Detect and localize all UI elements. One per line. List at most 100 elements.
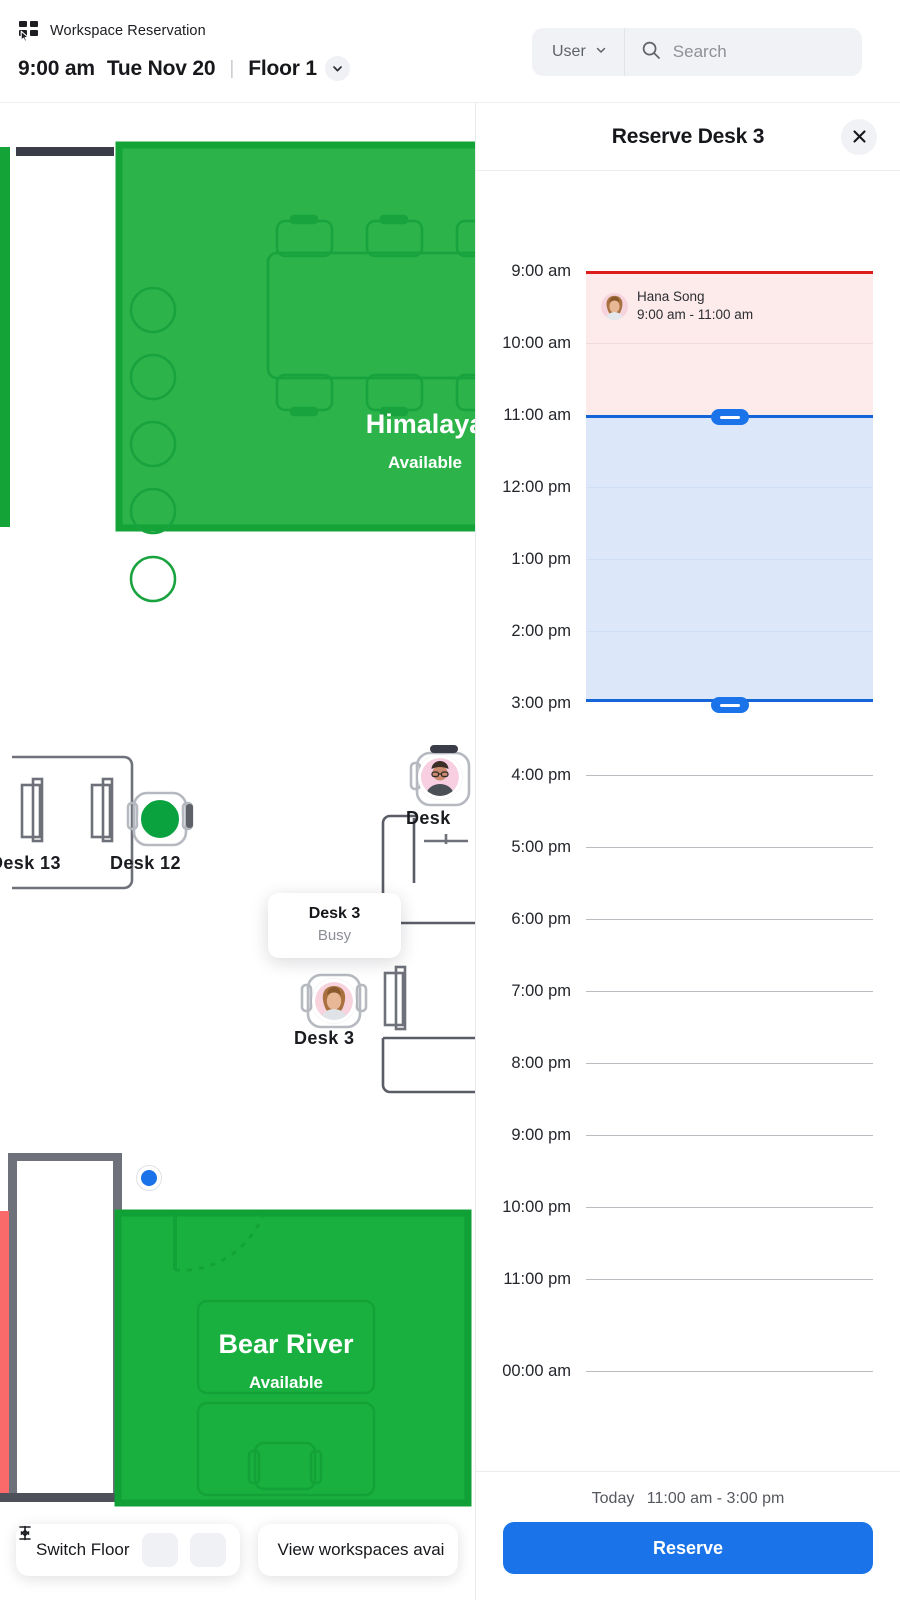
user-scope-label: User [552, 43, 586, 60]
location-dot-icon[interactable] [136, 1165, 162, 1191]
search-icon [641, 40, 661, 65]
tooltip-title: Desk 3 [308, 905, 361, 922]
time-slot-label: 8:00 pm [511, 1054, 571, 1072]
room-status-himalaya: Available [388, 453, 462, 472]
switch-floor-label: Switch Floor [36, 1540, 130, 1559]
time-slot[interactable]: 00:00 am [476, 1362, 900, 1443]
time-slot[interactable]: 9:00 am [476, 262, 900, 343]
schedule-inner: Hana Song 9:00 am - 11:00 am 9:00 am 10:… [476, 171, 900, 1461]
time-slot[interactable]: 10:00 pm [476, 1198, 900, 1279]
time-slot-label: 10:00 am [502, 334, 571, 352]
reserve-panel: Reserve Desk 3 Hana Song 9:00 am - 11:00… [475, 103, 900, 1600]
context-row: 9:00 am Tue Nov 20 | Floor 1 [18, 56, 350, 81]
time-slot[interactable]: 3:00 pm [476, 694, 900, 775]
summary-day: Today [591, 1490, 635, 1507]
panel-title: Reserve Desk 3 [611, 124, 765, 148]
time-slot-label: 6:00 pm [511, 910, 571, 928]
context-separator: | [229, 57, 235, 79]
user-scope-dropdown[interactable]: User [532, 28, 624, 76]
time-slot-line [586, 1135, 873, 1136]
time-slot[interactable]: 12:00 pm [476, 478, 900, 559]
panel-header: Reserve Desk 3 [476, 103, 900, 171]
time-slot[interactable]: 6:00 pm [476, 910, 900, 991]
time-slot[interactable]: 8:00 pm [476, 1054, 900, 1135]
grid-cursor-icon [18, 20, 40, 42]
time-slot-label: 1:00 pm [511, 550, 571, 568]
chevron-down-icon [594, 43, 608, 62]
time-slot[interactable]: 11:00 am [476, 406, 900, 487]
time-slot-line [586, 847, 873, 848]
chevron-down-icon[interactable] [324, 56, 350, 81]
time-slot-label: 11:00 am [503, 406, 571, 424]
brand: Workspace Reservation [18, 20, 206, 42]
time-slot-line [586, 775, 873, 776]
time-slot-line [586, 631, 873, 632]
avatar[interactable] [418, 755, 462, 799]
floor-plan-svg: Himalaya Available Bear River Available [0, 141, 475, 1507]
time-slot-line [586, 919, 873, 920]
reservation-summary: Today 11:00 am - 3:00 pm [503, 1490, 873, 1508]
green-dot-icon[interactable] [138, 797, 182, 841]
search-input[interactable]: Search [625, 40, 862, 65]
view-workspaces-button[interactable]: View workspaces avai [257, 1524, 459, 1576]
current-date: Tue Nov 20 [106, 56, 216, 80]
arrow-down-to-line-icon[interactable] [19, 1525, 178, 1567]
time-slot[interactable]: 7:00 pm [476, 982, 900, 1063]
switch-floor-control: Switch Floor [16, 1524, 240, 1576]
time-slot-label: 10:00 pm [502, 1198, 571, 1216]
time-slot-label: 12:00 pm [502, 478, 571, 496]
tooltip-status: Busy [317, 927, 352, 944]
schedule-timeline[interactable]: Hana Song 9:00 am - 11:00 am 9:00 am 10:… [476, 171, 900, 1471]
reserve-button[interactable]: Reserve [503, 1522, 873, 1574]
time-slot-label: 9:00 am [511, 262, 571, 280]
floor-label: Floor 1 [248, 56, 317, 80]
arrow-up-from-line-icon[interactable] [19, 1526, 226, 1567]
app-title: Workspace Reservation [50, 23, 206, 39]
time-slot[interactable]: 4:00 pm [476, 766, 900, 847]
time-slot[interactable]: 2:00 pm [476, 622, 900, 703]
time-slot-label: 2:00 pm [511, 622, 571, 640]
time-slot-line [586, 343, 873, 344]
time-slot-line [586, 1063, 873, 1064]
map-action-bar: Switch Floor View workspaces avai [16, 1524, 459, 1576]
search-bar: User Search [532, 28, 862, 76]
top-bar: Workspace Reservation 9:00 am Tue Nov 20… [0, 0, 900, 103]
time-slot-line [586, 487, 873, 488]
desk-label-right[interactable]: Desk [406, 808, 451, 829]
time-slot[interactable]: 5:00 pm [476, 838, 900, 919]
time-slot-line [586, 703, 873, 704]
avatar[interactable] [312, 979, 356, 1023]
time-slot[interactable]: 1:00 pm [476, 550, 900, 631]
current-time: 9:00 am [18, 56, 95, 80]
desk-label-12[interactable]: Desk 12 [110, 853, 181, 874]
time-slot[interactable]: 9:00 pm [476, 1126, 900, 1207]
view-workspaces-label: View workspaces avai [277, 1540, 445, 1559]
time-slot-line [586, 991, 873, 992]
time-slot-label: 7:00 pm [511, 982, 571, 1000]
room-name-bear-river: Bear River [218, 1329, 354, 1359]
floor-plan-map[interactable]: Himalaya Available Bear River Available … [0, 103, 475, 1600]
time-slot-label: 00:00 am [502, 1362, 571, 1380]
time-slot-line [586, 559, 873, 560]
summary-range: 11:00 am - 3:00 pm [646, 1490, 785, 1507]
time-slot-label: 3:00 pm [511, 694, 571, 712]
desk-label-3[interactable]: Desk 3 [294, 1028, 354, 1049]
time-slot-line [586, 1279, 873, 1280]
desk-label-13[interactable]: Desk 13 [0, 853, 61, 874]
time-slot-line [586, 1207, 873, 1208]
time-slot-line [586, 1371, 873, 1372]
time-slot-label: 4:00 pm [511, 766, 571, 784]
panel-footer: Today 11:00 am - 3:00 pm Reserve [476, 1471, 900, 1600]
time-slot-label: 11:00 pm [503, 1270, 571, 1288]
room-status-bear-river: Available [249, 1373, 323, 1392]
time-slot-label: 9:00 pm [511, 1126, 571, 1144]
desk-tooltip: Desk 3 Busy [268, 893, 401, 958]
floor-selector[interactable]: Floor 1 [248, 56, 350, 81]
search-placeholder: Search [672, 42, 727, 61]
time-slot[interactable]: 10:00 am [476, 334, 900, 415]
time-slot-line [586, 415, 873, 416]
time-slot-line [586, 271, 873, 272]
time-slot[interactable]: 11:00 pm [476, 1270, 900, 1351]
close-icon[interactable] [841, 118, 877, 155]
time-slot-label: 5:00 pm [511, 838, 571, 856]
